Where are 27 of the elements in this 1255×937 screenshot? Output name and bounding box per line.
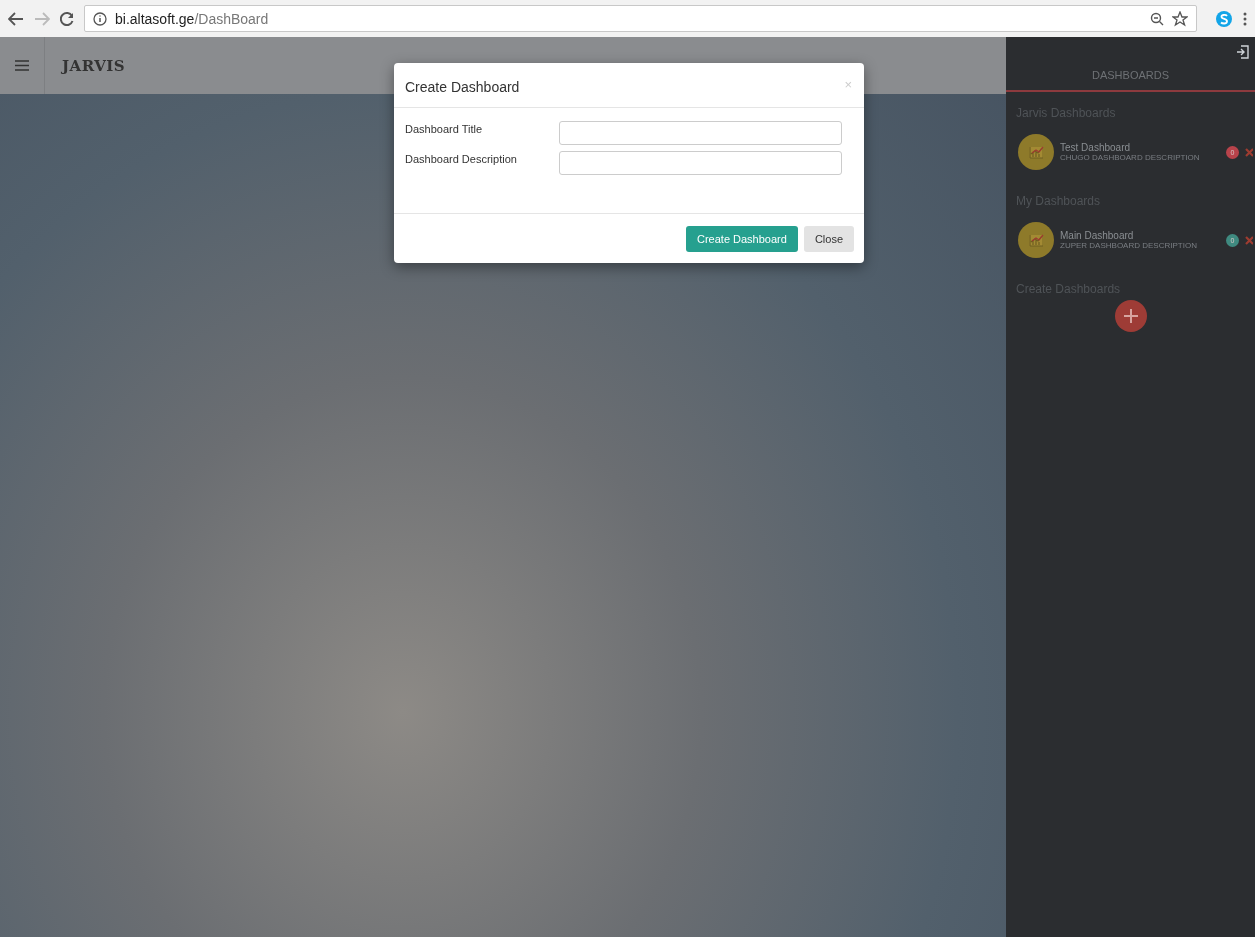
dashboard-name[interactable]: Test Dashboard (1060, 142, 1220, 153)
back-arrow-icon[interactable] (8, 11, 24, 26)
chart-avatar-icon[interactable] (1018, 134, 1054, 170)
zoom-out-icon[interactable] (1150, 11, 1164, 26)
dashboard-name[interactable]: Main Dashboard (1060, 230, 1220, 241)
logout-icon[interactable] (1236, 45, 1249, 59)
info-icon[interactable] (93, 11, 107, 26)
dashboard-description: CHUGO DASHBOARD DESCRIPTION (1060, 153, 1201, 162)
menu-dots-icon[interactable] (1243, 11, 1247, 26)
create-button[interactable]: Create Dashboard (686, 226, 798, 252)
menu-icon[interactable] (15, 60, 29, 71)
star-icon[interactable] (1172, 10, 1188, 27)
address-bar[interactable]: bi.altasoft.ge/DashBoard (84, 5, 1197, 32)
app-title: JARVIS (62, 56, 126, 75)
chart-avatar-icon[interactable] (1018, 222, 1054, 258)
input-field[interactable] (559, 121, 842, 145)
field-label: Dashboard Description (405, 152, 518, 165)
dashboard-description: ZUPER DASHBOARD DESCRIPTION (1060, 241, 1198, 250)
field-label: Dashboard Title (405, 122, 484, 135)
input-field[interactable] (559, 151, 842, 175)
dialog-title: Create Dashboard (405, 79, 520, 95)
reload-icon[interactable] (60, 11, 74, 26)
sidebar-heading: DASHBOARDS (1006, 59, 1255, 92)
close-button[interactable]: Close (803, 226, 854, 252)
extension-icon[interactable] (1215, 9, 1233, 28)
url-text: bi.altasoft.ge/DashBoard (115, 10, 269, 27)
add-icon[interactable] (1114, 300, 1147, 332)
